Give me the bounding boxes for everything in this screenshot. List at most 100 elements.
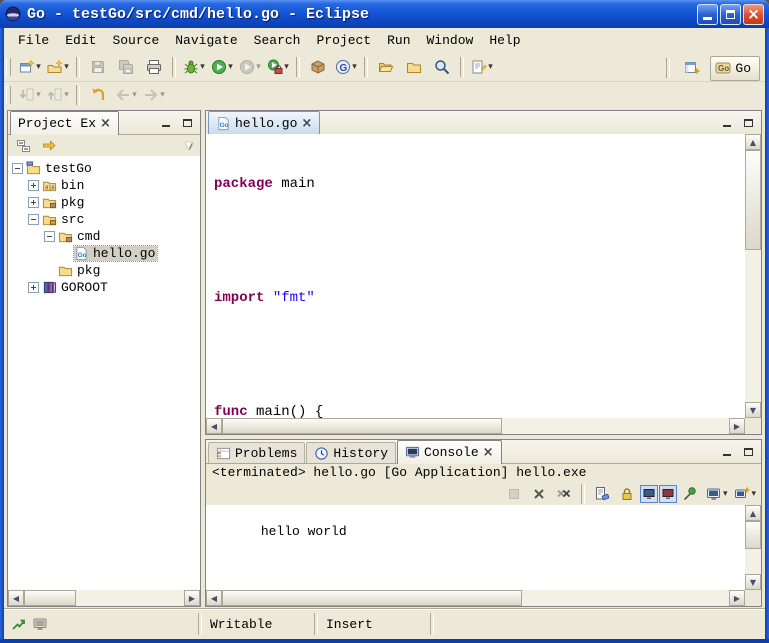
collapse-all-button[interactable]	[12, 136, 36, 156]
collapse-expander-icon[interactable]	[28, 214, 39, 225]
expand-expander-icon[interactable]	[28, 197, 39, 208]
last-edit-location-button[interactable]	[84, 82, 112, 108]
forward-button[interactable]	[140, 82, 168, 108]
debug-button[interactable]	[180, 54, 208, 80]
scroll-left-icon[interactable]	[8, 590, 24, 606]
console-output[interactable]: hello world	[206, 505, 745, 590]
tab-project-explorer[interactable]: Project Ex	[10, 111, 119, 135]
tree-item-cmd[interactable]: cmd	[44, 228, 200, 245]
remove-launch-button[interactable]	[527, 484, 551, 504]
show-stdout-toggle-button[interactable]	[640, 485, 658, 503]
scroll-down-icon[interactable]	[745, 574, 761, 590]
go-perspective-button[interactable]: Go Go	[710, 56, 760, 81]
tree-item-pkg-leaf[interactable]: pkg	[44, 262, 200, 279]
save-button[interactable]	[84, 54, 112, 80]
title-bar[interactable]: Go - testGo/src/cmd/hello.go - Eclipse ×	[0, 0, 769, 28]
scroll-up-icon[interactable]	[745, 505, 761, 521]
minimize-view-button[interactable]	[156, 114, 175, 131]
previous-annotation-button[interactable]	[44, 82, 72, 108]
menu-help[interactable]: Help	[481, 31, 528, 50]
close-tab-icon[interactable]	[483, 445, 494, 460]
menu-source[interactable]: Source	[104, 31, 167, 50]
scroll-lock-button[interactable]	[615, 484, 639, 504]
menu-search[interactable]: Search	[246, 31, 309, 50]
tree-item-hello-go[interactable]: Go hello.go	[60, 245, 200, 262]
explorer-hscrollbar[interactable]	[8, 590, 200, 606]
expand-expander-icon[interactable]	[28, 282, 39, 293]
open-folder-button[interactable]	[400, 54, 428, 80]
maximize-view-button[interactable]	[739, 114, 758, 131]
show-stderr-toggle-button[interactable]	[659, 485, 677, 503]
menu-edit[interactable]: Edit	[57, 31, 104, 50]
toolbar-grip[interactable]	[6, 86, 11, 104]
new-wizard-button[interactable]	[16, 54, 44, 80]
editor-vscrollbar[interactable]	[745, 134, 761, 418]
close-button[interactable]: ×	[743, 4, 764, 25]
statusbar-icon-1[interactable]	[10, 616, 26, 632]
run-button[interactable]	[208, 54, 236, 80]
open-console-button[interactable]	[731, 484, 759, 504]
console-vscrollbar[interactable]	[745, 505, 761, 590]
scrollbar-thumb[interactable]	[222, 418, 502, 434]
close-tab-icon[interactable]	[301, 116, 312, 131]
new-element-button[interactable]	[44, 54, 72, 80]
collapse-expander-icon[interactable]	[44, 231, 55, 242]
minimize-view-button[interactable]	[717, 443, 736, 460]
scroll-left-icon[interactable]	[206, 418, 222, 434]
scroll-right-icon[interactable]	[729, 418, 745, 434]
annotations-button[interactable]	[468, 54, 496, 80]
new-go-package-button[interactable]	[304, 54, 332, 80]
profile-button[interactable]	[236, 54, 264, 80]
scroll-right-icon[interactable]	[184, 590, 200, 606]
open-perspective-button[interactable]	[678, 55, 706, 81]
clear-console-button[interactable]	[590, 484, 614, 504]
scroll-up-icon[interactable]	[745, 134, 761, 150]
external-tools-button[interactable]	[264, 54, 292, 80]
statusbar-icon-2[interactable]	[32, 616, 48, 632]
tree-item-testgo[interactable]: testGo	[12, 160, 200, 177]
tree-item-pkg[interactable]: pkg	[28, 194, 200, 211]
menu-window[interactable]: Window	[419, 31, 482, 50]
maximize-button[interactable]	[720, 4, 741, 25]
menu-navigate[interactable]: Navigate	[167, 31, 245, 50]
next-annotation-button[interactable]	[16, 82, 44, 108]
tab-hello-go[interactable]: Go hello.go	[208, 111, 320, 135]
menu-run[interactable]: Run	[379, 31, 418, 50]
scroll-left-icon[interactable]	[206, 590, 222, 606]
scrollbar-thumb[interactable]	[222, 590, 522, 606]
new-go-app-button[interactable]: G	[332, 54, 360, 80]
pin-console-button[interactable]	[678, 484, 702, 504]
tab-history[interactable]: History	[306, 442, 396, 463]
code-editor[interactable]: package main import "fmt" func main() { …	[206, 134, 745, 418]
tree-item-goroot[interactable]: GOROOT	[28, 279, 200, 296]
menu-file[interactable]: File	[10, 31, 57, 50]
print-button[interactable]	[140, 54, 168, 80]
maximize-view-button[interactable]	[739, 443, 758, 460]
view-menu-button[interactable]: ▼	[181, 141, 196, 151]
console-hscrollbar[interactable]	[206, 590, 745, 606]
tree-item-bin[interactable]: 010 bin	[28, 177, 200, 194]
scroll-right-icon[interactable]	[729, 590, 745, 606]
collapse-expander-icon[interactable]	[12, 163, 23, 174]
back-button[interactable]	[112, 82, 140, 108]
tab-console[interactable]: Console	[397, 440, 502, 464]
tab-problems[interactable]: Problems	[208, 442, 305, 463]
display-selected-console-button[interactable]	[703, 484, 731, 504]
scrollbar-thumb[interactable]	[745, 150, 761, 250]
scrollbar-thumb[interactable]	[745, 521, 761, 549]
terminate-button[interactable]	[502, 484, 526, 504]
scrollbar-thumb[interactable]	[24, 590, 76, 606]
save-all-button[interactable]	[112, 54, 140, 80]
tree-item-src[interactable]: src	[28, 211, 200, 228]
toolbar-grip[interactable]	[6, 58, 11, 76]
remove-all-launches-button[interactable]	[552, 484, 576, 504]
minimize-view-button[interactable]	[717, 114, 736, 131]
search-button[interactable]	[428, 54, 456, 80]
minimize-button[interactable]	[697, 4, 718, 25]
expand-expander-icon[interactable]	[28, 180, 39, 191]
open-resource-button[interactable]	[372, 54, 400, 80]
editor-hscrollbar[interactable]	[206, 418, 745, 434]
menu-project[interactable]: Project	[308, 31, 379, 50]
close-view-icon[interactable]	[100, 116, 111, 131]
maximize-view-button[interactable]	[178, 114, 197, 131]
